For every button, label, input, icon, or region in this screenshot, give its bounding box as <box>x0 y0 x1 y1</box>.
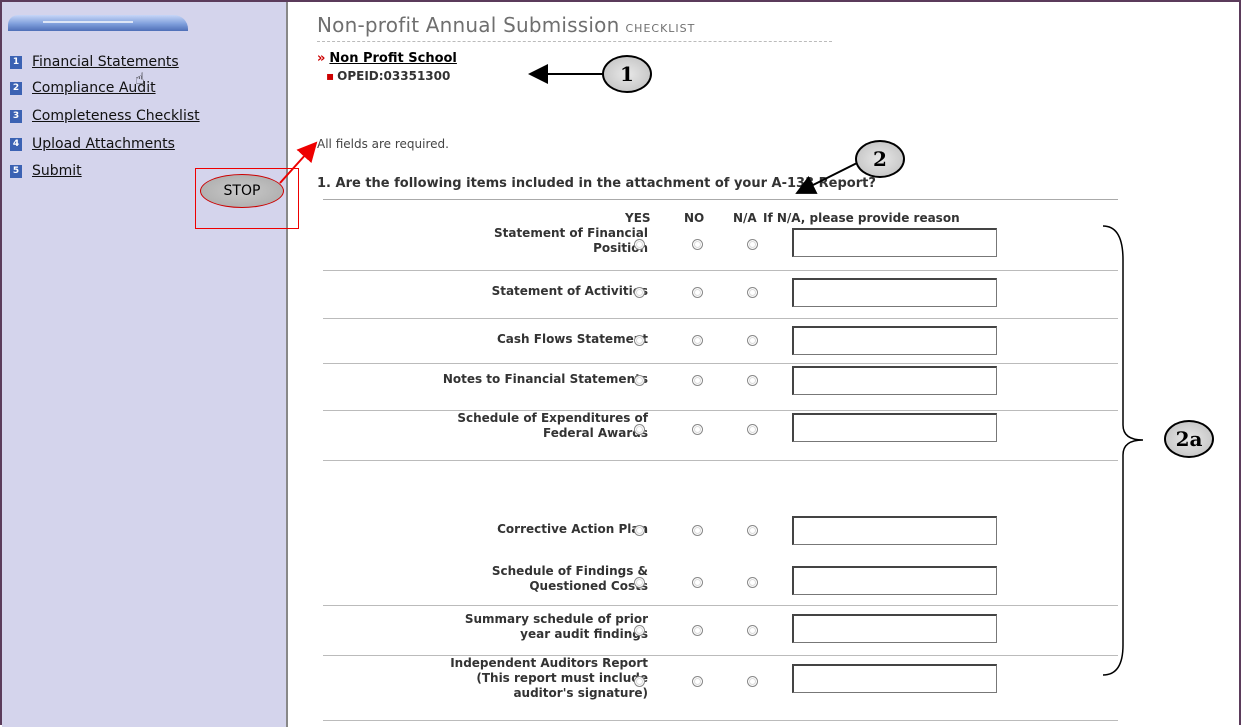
callout-2: 2 <box>855 140 905 178</box>
stop-badge: STOP <box>200 174 284 208</box>
brace-2a <box>1102 225 1144 676</box>
annotation-overlay <box>279 64 1144 676</box>
callout-2-arrow <box>795 162 858 194</box>
callout-2a: 2a <box>1164 420 1214 458</box>
callout-1: 1 <box>602 55 652 93</box>
